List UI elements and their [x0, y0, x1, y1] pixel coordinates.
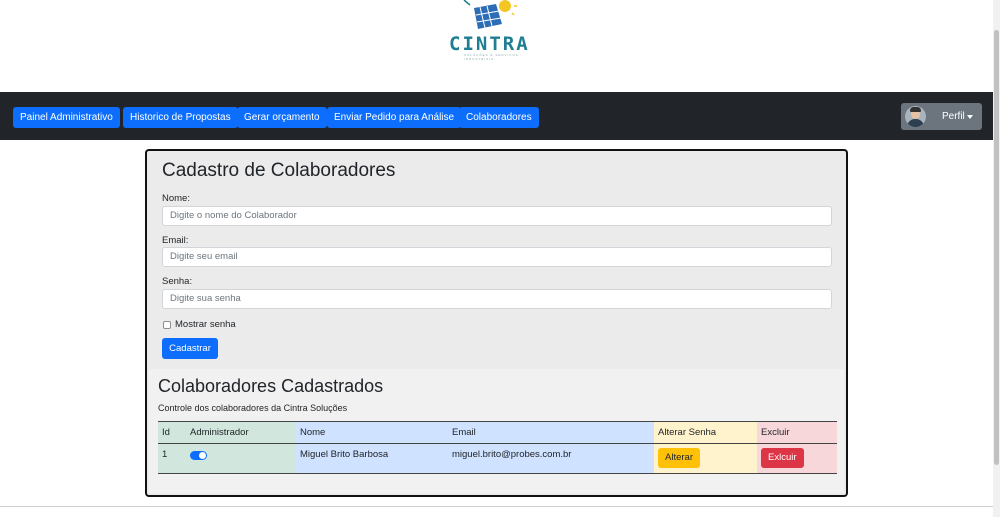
header-logo-area: CINTRA SOLUÇÕES E SERVIÇOS INDUSTRIAIS — [0, 0, 990, 92]
cadastrar-button[interactable]: Cadastrar — [162, 338, 218, 359]
alterar-senha-button[interactable]: Alterar — [658, 448, 700, 468]
colaboradores-table: Id Administrador Nome Email Alterar Senh… — [158, 421, 837, 474]
cintra-logo: CINTRA SOLUÇÕES E SERVIÇOS INDUSTRIAIS — [444, 0, 544, 61]
nav-historico-propostas[interactable]: Historico de Propostas — [123, 107, 238, 128]
avatar — [905, 106, 926, 127]
header-admin: Administrador — [186, 421, 296, 444]
header-delete: Excluir — [757, 421, 837, 444]
page-bottom-divider — [0, 506, 993, 507]
admin-toggle-switch[interactable] — [190, 451, 207, 460]
header-change-password: Alterar Senha — [654, 421, 757, 444]
vertical-scrollbar[interactable] — [993, 0, 1000, 517]
email-label: Email: — [162, 235, 189, 246]
nav-gerar-orcamento[interactable]: Gerar orçamento — [237, 107, 327, 128]
form-title: Cadastro de Colaboradores — [162, 160, 396, 181]
caret-down-icon — [967, 115, 973, 119]
show-password-label: Mostrar senha — [175, 319, 236, 330]
header-name: Nome — [296, 421, 448, 444]
brand-tagline: SOLUÇÕES E SERVIÇOS INDUSTRIAIS — [464, 53, 519, 61]
header-id: Id — [158, 421, 186, 444]
brand-name: CINTRA — [449, 33, 530, 55]
show-password-checkbox[interactable] — [163, 321, 171, 329]
profile-label: Perfil — [942, 111, 965, 122]
name-input[interactable]: Digite o nome do Colaborador — [162, 206, 832, 226]
scrollbar-thumb[interactable] — [994, 30, 999, 465]
top-navbar: Painel Administrativo Historico de Propo… — [0, 92, 993, 140]
password-label: Senha: — [162, 276, 193, 287]
profile-dropdown-button[interactable]: Perfil — [901, 103, 982, 130]
colaboradores-card: Cadastro de Colaboradores Nome: Digite o… — [145, 149, 848, 497]
cell-delete: Exlcuir — [757, 443, 837, 474]
nav-colaboradores[interactable]: Colaboradores — [459, 107, 539, 128]
cell-id: 1 — [158, 443, 186, 474]
table-row: 1 Miguel Brito Barbosa miguel.brito@prob… — [158, 443, 837, 474]
cell-name: Miguel Brito Barbosa — [296, 443, 448, 474]
email-input[interactable]: Digite seu email — [162, 247, 832, 267]
name-label: Nome: — [162, 193, 190, 204]
cell-admin — [186, 443, 296, 474]
nav-enviar-pedido[interactable]: Enviar Pedido para Análise — [327, 107, 462, 128]
nav-painel-administrativo[interactable]: Painel Administrativo — [13, 107, 120, 128]
list-subtitle: Controle dos colaboradores da Cintra Sol… — [158, 403, 348, 413]
cell-email: miguel.brito@probes.com.br — [448, 443, 654, 474]
cell-change-password: Alterar — [654, 443, 757, 474]
header-email: Email — [448, 421, 654, 444]
table-header-row: Id Administrador Nome Email Alterar Senh… — [158, 421, 837, 444]
colaboradores-list-section: Colaboradores Cadastrados Controle dos c… — [149, 369, 844, 493]
excluir-button[interactable]: Exlcuir — [761, 448, 804, 468]
list-title: Colaboradores Cadastrados — [158, 376, 384, 396]
solar-panel-icon — [463, 0, 517, 29]
password-input[interactable]: Digite sua senha — [162, 289, 832, 309]
